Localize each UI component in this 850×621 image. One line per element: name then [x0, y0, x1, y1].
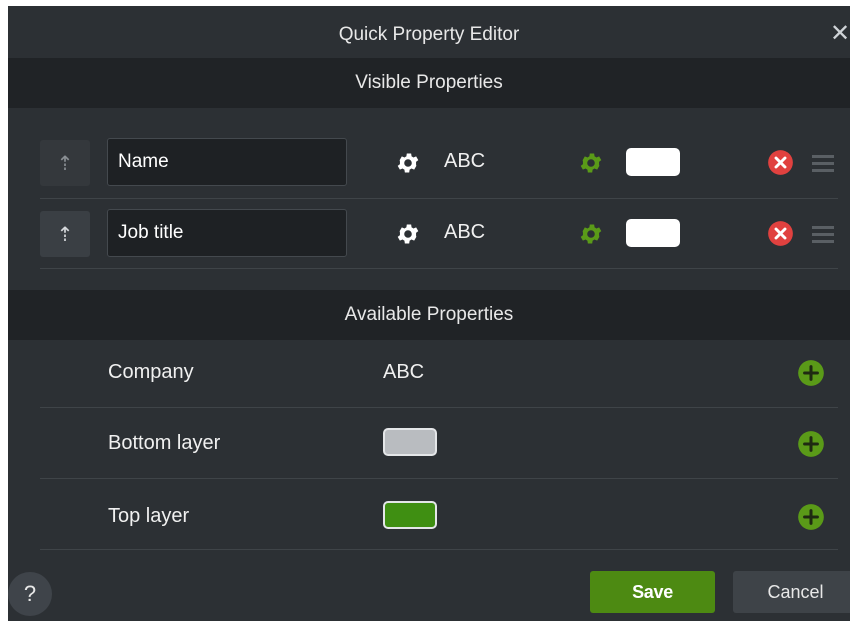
sort-up-button[interactable]: ⇡: [40, 140, 90, 186]
available-property-row: Company ABC: [40, 337, 840, 407]
gear-icon[interactable]: [395, 221, 421, 247]
remove-icon[interactable]: [767, 220, 794, 247]
visible-property-row: ⇡ Job title ABC: [40, 199, 840, 269]
sort-up-icon: ⇡: [56, 223, 74, 246]
quick-property-editor-dialog: Quick Property Editor ✕ Visible Properti…: [8, 6, 850, 621]
available-property-value: ABC: [383, 360, 425, 383]
row-divider: [40, 478, 838, 479]
color-swatch[interactable]: [626, 219, 680, 247]
green-gear-icon[interactable]: [578, 221, 604, 247]
bottom-layer-color-swatch: [383, 428, 437, 456]
available-properties-header: Available Properties: [8, 290, 850, 340]
cancel-button-label: Cancel: [767, 581, 824, 602]
available-property-name: Top layer: [108, 504, 190, 527]
available-properties-title: Available Properties: [344, 304, 514, 325]
available-property-name: Bottom layer: [108, 431, 221, 454]
available-property-row: Top layer: [40, 481, 840, 551]
row-divider: [40, 549, 838, 550]
property-name-input[interactable]: Job title: [107, 209, 347, 257]
visible-properties-title: Visible Properties: [355, 72, 503, 93]
close-icon[interactable]: ✕: [830, 22, 850, 46]
cancel-button[interactable]: Cancel: [733, 571, 850, 613]
visible-properties-header: Visible Properties: [8, 58, 850, 108]
dialog-titlebar: Quick Property Editor ✕: [8, 6, 850, 64]
row-divider: [40, 268, 838, 269]
property-type-label: ABC: [444, 150, 486, 172]
help-icon: ?: [23, 581, 37, 606]
color-swatch[interactable]: [626, 148, 680, 176]
remove-icon[interactable]: [767, 149, 794, 176]
available-property-name: Company: [108, 360, 194, 383]
add-icon[interactable]: [797, 503, 825, 531]
help-button[interactable]: ?: [8, 572, 52, 616]
save-button[interactable]: Save: [590, 571, 715, 613]
dialog-title: Quick Property Editor: [338, 24, 520, 45]
sort-up-button[interactable]: ⇡: [40, 211, 90, 257]
add-icon[interactable]: [797, 430, 825, 458]
gear-icon[interactable]: [395, 150, 421, 176]
save-button-label: Save: [632, 581, 673, 602]
drag-handle-icon[interactable]: [812, 222, 834, 246]
sort-up-icon: ⇡: [56, 152, 74, 175]
add-icon[interactable]: [797, 359, 825, 387]
green-gear-icon[interactable]: [578, 150, 604, 176]
available-property-row: Bottom layer: [40, 408, 840, 478]
visible-property-row: ⇡ Name ABC: [40, 128, 840, 198]
drag-handle-icon[interactable]: [812, 151, 834, 175]
property-name-input[interactable]: Name: [107, 138, 347, 186]
property-type-label: ABC: [444, 221, 486, 243]
top-layer-color-swatch: [383, 501, 437, 529]
property-name-value: Name: [118, 151, 169, 172]
property-name-value: Job title: [118, 222, 184, 243]
